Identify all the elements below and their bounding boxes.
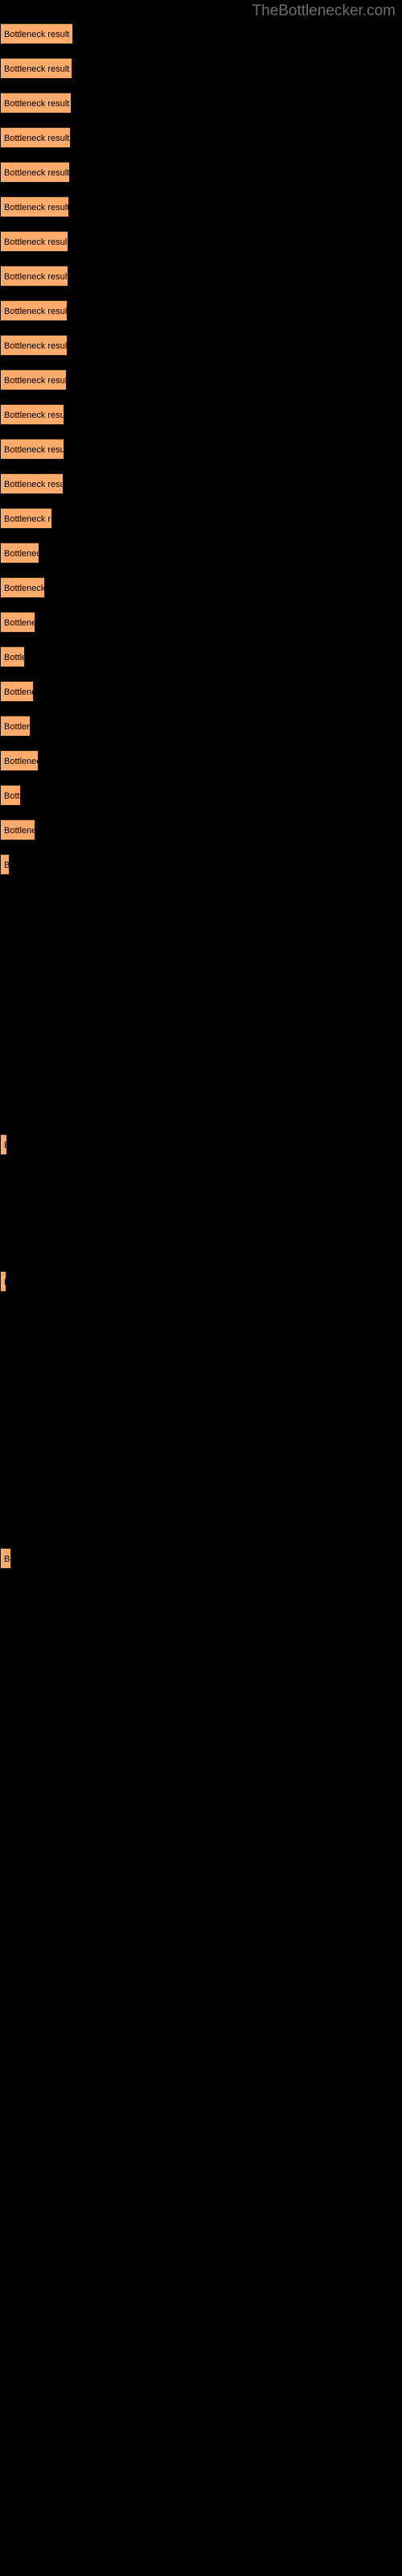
bar: Bottleneck result (0, 1548, 11, 1569)
bar: Bottleneck result (0, 127, 71, 148)
bar: Bottleneck result (0, 543, 39, 564)
bar-label: Bottleneck result (4, 376, 67, 386)
bar: Bottleneck result (0, 508, 52, 529)
bar-label: Bottleneck result (4, 1272, 6, 1291)
bar-label: Bottleneck result (4, 618, 35, 628)
bar-label: Bottleneck result (4, 1135, 6, 1154)
bar: Bottleneck result (0, 681, 34, 702)
bar-label: Bottleneck result (4, 445, 64, 455)
bar: Bottleneck result (0, 58, 72, 79)
bar-label: Bottleneck result (4, 757, 38, 766)
bar: Bottleneck result (0, 369, 67, 390)
bar-label: Bottleneck result (4, 791, 21, 801)
bar-label: Bottleneck result (4, 722, 30, 732)
bar: Bottleneck result (0, 335, 68, 356)
bar: Bottleneck result (0, 439, 64, 460)
bar-label: Bottleneck result (4, 203, 69, 213)
bar: Bottleneck result (0, 231, 68, 252)
bar-label: Bottleneck result (4, 480, 64, 489)
bar-label: Bottleneck result (4, 237, 68, 247)
bar: Bottleneck result (0, 162, 70, 183)
bar-label: Bottleneck result (4, 30, 70, 39)
bar: Bottleneck result (0, 1271, 6, 1292)
bar: Bottleneck result (0, 1134, 7, 1155)
bar-label: Bottleneck result (4, 514, 51, 524)
bar-label: Bottleneck result (4, 861, 10, 870)
bar-label: Bottleneck result (4, 549, 39, 559)
bar-label: Bottleneck result (4, 134, 70, 143)
bar: Bottleneck result (0, 23, 73, 44)
bar-label: Bottleneck result (4, 341, 68, 351)
bar: Bottleneck result (0, 612, 35, 633)
bar: Bottleneck result (0, 196, 69, 217)
bar-label: Bottleneck result (4, 687, 33, 697)
bar: Bottleneck result (0, 300, 68, 321)
bar-label: Bottleneck result (4, 272, 68, 282)
bar: Bottleneck result (0, 854, 10, 875)
bar: Bottleneck result (0, 750, 39, 771)
bar-label: Bottleneck result (4, 411, 64, 420)
bar: Bottleneck result (0, 785, 21, 806)
bar: Bottleneck result (0, 577, 45, 598)
bar: Bottleneck result (0, 819, 35, 840)
bar: Bottleneck result (0, 473, 64, 494)
bar-label: Bottleneck result (4, 168, 70, 178)
bar: Bottleneck result (0, 93, 72, 114)
bar-label: Bottleneck result (4, 584, 45, 593)
bar: Bottleneck result (0, 404, 64, 425)
bar-label: Bottleneck result (4, 99, 70, 109)
bar-label: Bottleneck result (4, 653, 24, 663)
bars-layer: Bottleneck result Bottleneck result Bottle… (0, 0, 402, 2576)
bar-label: Bottleneck result (4, 307, 68, 316)
bar: Bottleneck result (0, 266, 68, 287)
bar-label: Bottleneck result (4, 826, 35, 836)
bar: Bottleneck result (0, 646, 25, 667)
bar: Bottleneck result (0, 716, 31, 737)
bar-label: Bottleneck result (4, 1554, 10, 1564)
bottleneck-bar-chart: TheBottlenecker.com Bottleneck result Bot… (0, 0, 402, 2576)
bar-label: Bottleneck result (4, 64, 70, 74)
